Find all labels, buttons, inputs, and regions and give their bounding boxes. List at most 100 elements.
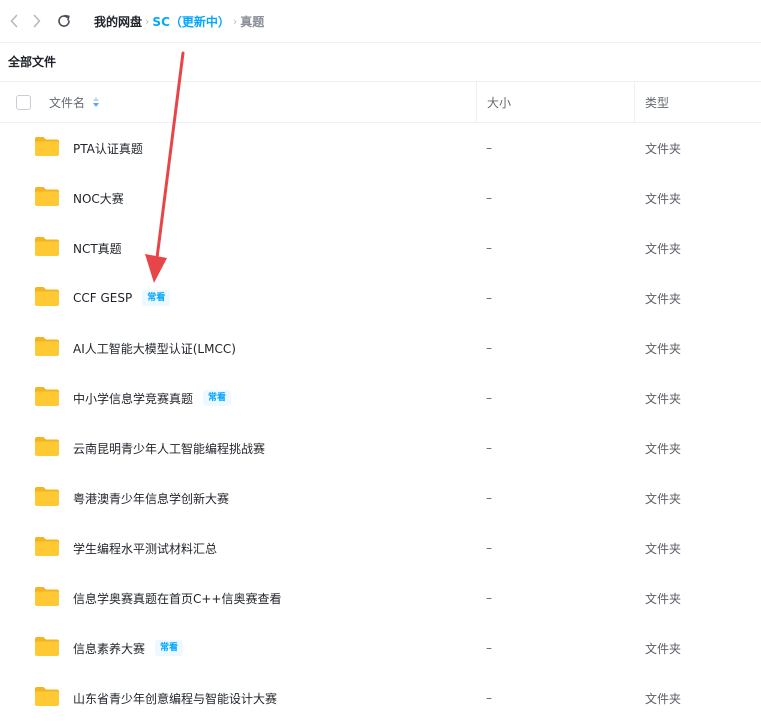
file-row[interactable]: 粤港澳青少年信息学创新大赛 – 文件夹: [0, 473, 761, 523]
folder-icon: [35, 337, 59, 356]
file-name-cell[interactable]: NCT真题: [73, 223, 122, 273]
file-row[interactable]: 信息素养大赛 常看 – 文件夹: [0, 623, 761, 673]
folder-icon: [35, 287, 59, 306]
file-type: 文件夹: [645, 591, 682, 606]
back-button[interactable]: [5, 11, 23, 31]
file-size: –: [486, 491, 492, 505]
file-type: 文件夹: [645, 491, 682, 506]
file-type: 文件夹: [645, 641, 682, 656]
file-size: –: [486, 441, 492, 455]
file-row[interactable]: PTA认证真题 – 文件夹: [0, 123, 761, 173]
folder-icon: [35, 437, 59, 456]
file-size: –: [486, 291, 492, 305]
file-name-cell[interactable]: 粤港澳青少年信息学创新大赛: [73, 473, 229, 523]
file-type: 文件夹: [645, 541, 682, 556]
folder-icon: [35, 387, 59, 406]
folder-icon: [35, 537, 59, 556]
size-column-label: 大小: [487, 95, 512, 110]
file-name-cell[interactable]: 云南昆明青少年人工智能编程挑战赛: [73, 423, 265, 473]
frequent-badge: 常看: [142, 290, 171, 306]
file-type: 文件夹: [645, 241, 682, 256]
section-header: 全部文件: [0, 42, 761, 82]
file-name[interactable]: PTA认证真题: [73, 140, 143, 157]
file-type: 文件夹: [645, 191, 682, 206]
folder-icon: [35, 237, 59, 256]
file-name-cell[interactable]: CCF GESP 常看: [73, 273, 171, 323]
file-name[interactable]: CCF GESP: [73, 291, 132, 305]
file-row[interactable]: 中小学信息学竞赛真题 常看 – 文件夹: [0, 373, 761, 423]
frequent-badge: 常看: [203, 390, 232, 406]
file-row[interactable]: NOC大赛 – 文件夹: [0, 173, 761, 223]
table-header: 文件名 大小 类型: [0, 82, 761, 123]
breadcrumb: 我的网盘 › SC（更新中） › 真题: [94, 0, 264, 42]
file-name[interactable]: 中小学信息学竞赛真题: [73, 390, 193, 407]
file-type: 文件夹: [645, 291, 682, 306]
column-divider: [476, 82, 477, 122]
file-type: 文件夹: [645, 341, 682, 356]
refresh-icon: [58, 14, 70, 27]
file-name[interactable]: AI人工智能大模型认证(LMCC): [73, 340, 236, 357]
name-column-header[interactable]: 文件名: [49, 82, 100, 122]
file-name[interactable]: 信息学奥赛真题在首页C++信奥赛查看: [73, 590, 282, 607]
file-name[interactable]: NOC大赛: [73, 190, 124, 207]
breadcrumb-separator: ›: [145, 14, 150, 28]
forward-button[interactable]: [28, 11, 46, 31]
file-row[interactable]: AI人工智能大模型认证(LMCC) – 文件夹: [0, 323, 761, 373]
folder-icon: [35, 637, 59, 656]
file-row[interactable]: 山东省青少年创意编程与智能设计大赛 – 文件夹: [0, 673, 761, 723]
file-row[interactable]: CCF GESP 常看 – 文件夹: [0, 273, 761, 323]
breadcrumb-separator: ›: [232, 14, 238, 28]
file-size: –: [486, 241, 492, 255]
file-row[interactable]: 云南昆明青少年人工智能编程挑战赛 – 文件夹: [0, 423, 761, 473]
file-name[interactable]: 山东省青少年创意编程与智能设计大赛: [73, 690, 277, 707]
frequent-badge: 常看: [155, 640, 184, 656]
file-size: –: [486, 641, 492, 655]
file-name[interactable]: NCT真题: [73, 240, 122, 257]
breadcrumb-root[interactable]: 我的网盘: [94, 13, 142, 30]
file-size: –: [486, 391, 492, 405]
file-name[interactable]: 学生编程水平测试材料汇总: [73, 540, 217, 557]
file-size: –: [486, 691, 492, 705]
file-type: 文件夹: [645, 391, 682, 406]
file-name[interactable]: 粤港澳青少年信息学创新大赛: [73, 490, 229, 507]
file-name[interactable]: 云南昆明青少年人工智能编程挑战赛: [73, 440, 265, 457]
file-size: –: [486, 341, 492, 355]
file-name-cell[interactable]: AI人工智能大模型认证(LMCC): [73, 323, 236, 373]
file-name-cell[interactable]: PTA认证真题: [73, 123, 143, 173]
breadcrumb-folder[interactable]: SC（更新中）: [152, 13, 229, 30]
folder-icon: [35, 187, 59, 206]
file-name-cell[interactable]: 学生编程水平测试材料汇总: [73, 523, 217, 573]
section-title: 全部文件: [8, 55, 57, 69]
file-type: 文件夹: [645, 691, 682, 706]
file-size: –: [486, 191, 492, 205]
sort-icon[interactable]: [92, 96, 100, 108]
folder-icon: [35, 487, 59, 506]
top-navigation-bar: 我的网盘 › SC（更新中） › 真题: [0, 0, 761, 43]
name-column-label: 文件名: [49, 95, 86, 110]
folder-icon: [35, 137, 59, 156]
file-row[interactable]: 信息学奥赛真题在首页C++信奥赛查看 – 文件夹: [0, 573, 761, 623]
file-name[interactable]: 信息素养大赛: [73, 640, 145, 657]
file-name-cell[interactable]: 信息学奥赛真题在首页C++信奥赛查看: [73, 573, 282, 623]
file-name-cell[interactable]: 中小学信息学竞赛真题 常看: [73, 373, 232, 423]
file-name-cell[interactable]: NOC大赛: [73, 173, 124, 223]
column-divider: [634, 82, 635, 122]
size-column-header[interactable]: 大小: [487, 82, 511, 122]
folder-icon: [35, 687, 59, 706]
file-type: 文件夹: [645, 441, 682, 456]
chevron-right-icon: [33, 14, 41, 28]
breadcrumb-current: 真题: [240, 14, 265, 29]
select-all-checkbox[interactable]: [16, 95, 31, 110]
file-size: –: [486, 141, 492, 155]
type-column-header[interactable]: 类型: [645, 82, 669, 122]
folder-icon: [35, 587, 59, 606]
file-size: –: [486, 591, 492, 605]
file-name-cell[interactable]: 信息素养大赛 常看: [73, 623, 184, 673]
file-row[interactable]: 学生编程水平测试材料汇总 – 文件夹: [0, 523, 761, 573]
file-size: –: [486, 541, 492, 555]
file-type: 文件夹: [645, 141, 682, 156]
file-row[interactable]: NCT真题 – 文件夹: [0, 223, 761, 273]
type-column-label: 类型: [645, 95, 670, 110]
refresh-button[interactable]: [55, 11, 73, 31]
file-name-cell[interactable]: 山东省青少年创意编程与智能设计大赛: [73, 673, 277, 723]
